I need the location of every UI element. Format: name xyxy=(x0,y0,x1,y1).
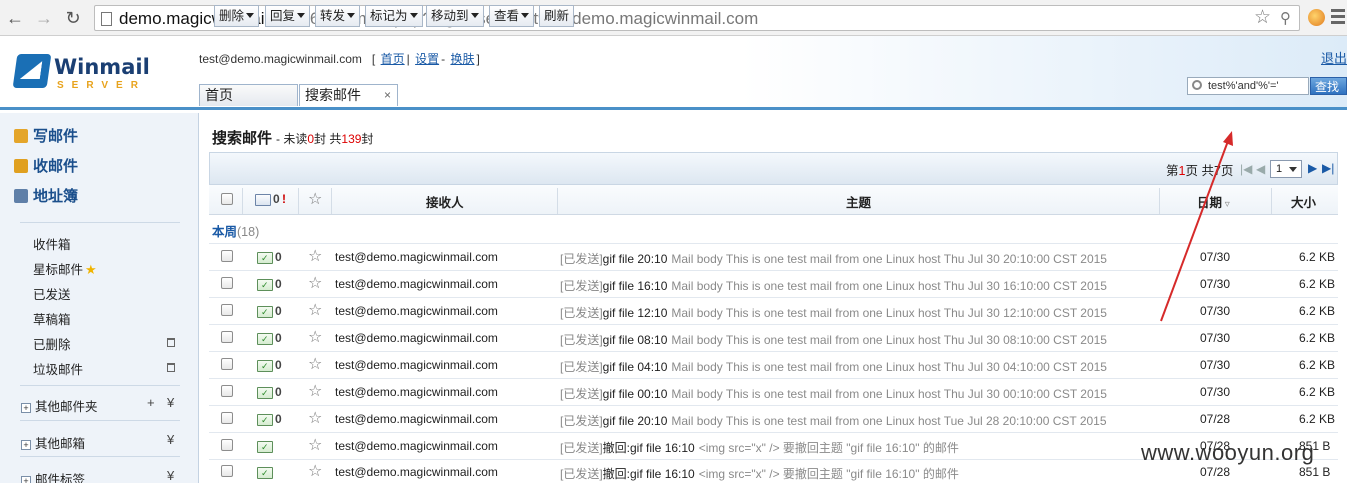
watermark: www.wooyun.org xyxy=(1141,440,1315,465)
arrow-shaft xyxy=(1160,140,1229,322)
annotation-arrow xyxy=(1160,131,1233,322)
arrow-head xyxy=(1223,131,1233,146)
